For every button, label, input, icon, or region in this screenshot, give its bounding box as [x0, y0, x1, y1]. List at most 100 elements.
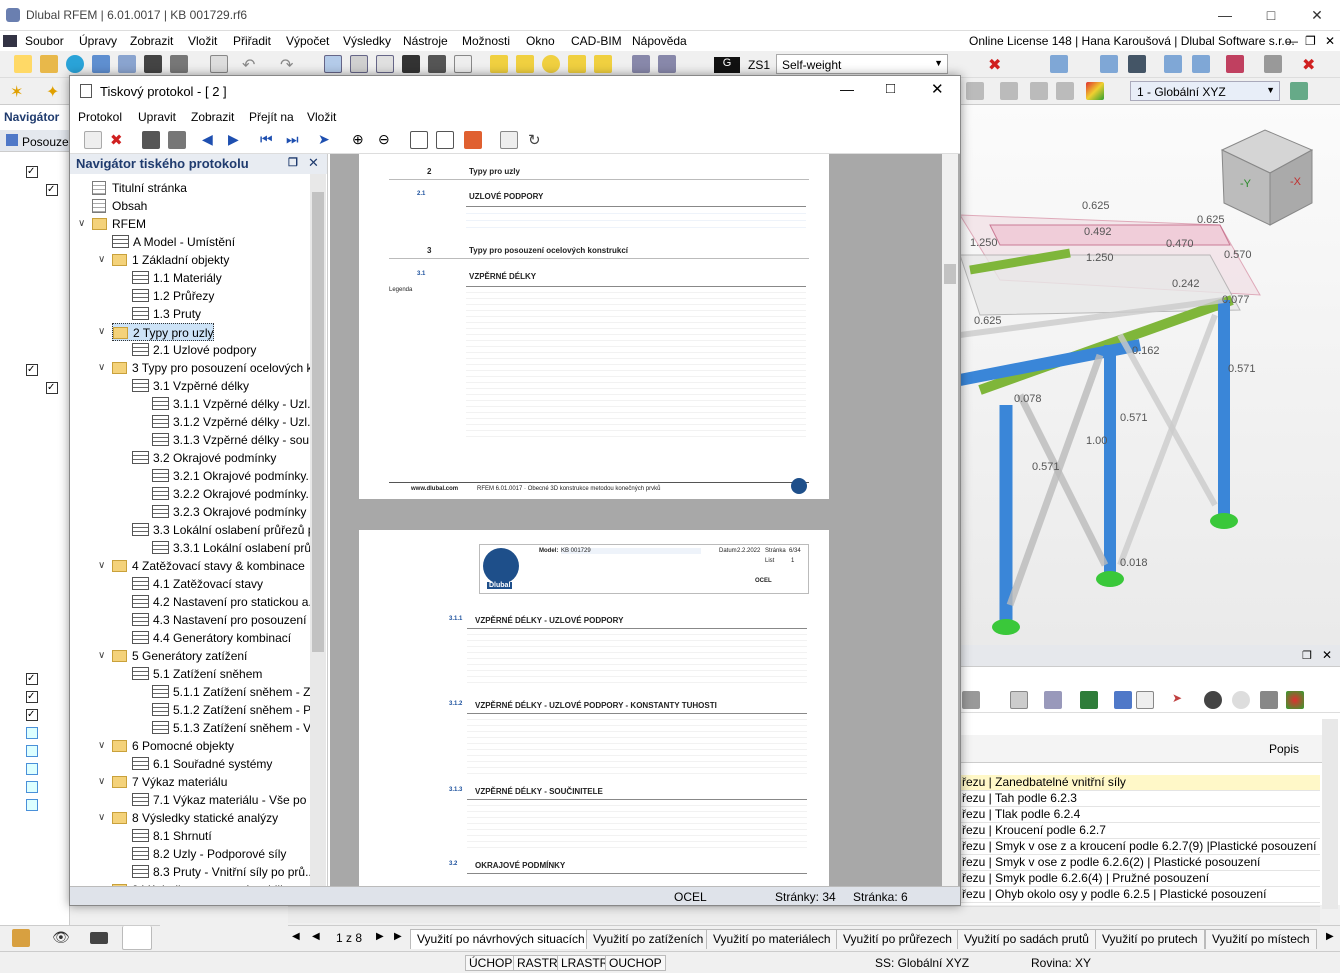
- funnel-icon[interactable]: [1114, 691, 1132, 709]
- toggle-uchop[interactable]: ÚCHOP: [465, 955, 517, 971]
- report-menu-vlozit[interactable]: Vložit: [307, 110, 336, 124]
- report-tree-item[interactable]: 5.1 Zatížení sněhem: [132, 665, 262, 683]
- menu-vysledky[interactable]: Výsledky: [343, 34, 391, 48]
- color-icon[interactable]: [1086, 82, 1104, 100]
- chevron-down-icon[interactable]: ∨: [98, 740, 105, 751]
- member-icon[interactable]: [542, 55, 560, 73]
- close-button[interactable]: ✕: [1294, 0, 1340, 31]
- 3d-model-view[interactable]: -Y -X 0.625 0.625 1.250 0.492 0.470 0.57…: [960, 105, 1340, 645]
- report-menu-protokol[interactable]: Protokol: [78, 110, 122, 124]
- load-icon[interactable]: [632, 55, 650, 73]
- camera-tab-icon[interactable]: [90, 932, 108, 944]
- delete-report-icon[interactable]: ✖: [110, 131, 128, 149]
- report-tree-item[interactable]: 6 Pomocné objekty: [112, 737, 234, 755]
- report-tree-item[interactable]: 4.2 Nastavení pro statickou a...: [132, 593, 318, 611]
- report-tree-item[interactable]: 5.1.1 Zatížení sněhem - Z...: [152, 683, 320, 701]
- print-icon[interactable]: [170, 55, 188, 73]
- report-tree-item[interactable]: 4.3 Nastavení pro posouzení ...: [132, 611, 320, 629]
- result-row[interactable]: řezu | Smyk v ose z podle 6.2.6(2) | Pla…: [960, 855, 1320, 871]
- report-tree-item[interactable]: 2.1 Uzlové podpory: [132, 341, 256, 359]
- report-tree-item[interactable]: 4.4 Generátory kombinací: [132, 629, 291, 647]
- excel-icon[interactable]: [1080, 691, 1098, 709]
- tree-checkbox[interactable]: ✓: [46, 184, 58, 196]
- report-tree-item[interactable]: 4 Zatěžovací stavy & kombinace: [112, 557, 305, 575]
- result-row[interactable]: řezu | Tah podle 6.2.3: [960, 791, 1320, 807]
- results-tab-icon[interactable]: [122, 926, 152, 950]
- surface-icon[interactable]: [568, 55, 586, 73]
- page-setup-icon[interactable]: [436, 131, 454, 149]
- chevron-down-icon[interactable]: ∨: [98, 650, 105, 661]
- report-tree-item[interactable]: 3.1 Vzpěrné délky: [132, 377, 249, 395]
- report-close-button[interactable]: ✕: [931, 80, 944, 98]
- tabs-scroll-icon[interactable]: ▶: [1326, 931, 1334, 942]
- report-tree-item[interactable]: 5 Generátory zatížení: [112, 647, 247, 665]
- wand-icon[interactable]: ✦: [46, 82, 64, 101]
- tab-prurezy[interactable]: Využití po průřezech: [836, 929, 959, 949]
- list-icon[interactable]: [376, 55, 394, 73]
- tree-checkbox[interactable]: [26, 781, 38, 793]
- tree-checkbox[interactable]: ✓: [26, 364, 38, 376]
- tree-checkbox[interactable]: ✓: [46, 382, 58, 394]
- load2-icon[interactable]: [658, 55, 676, 73]
- report-tree-item[interactable]: A Model - Umístění: [112, 233, 235, 251]
- child-restore-button[interactable]: ❐: [1305, 34, 1316, 48]
- decimal-icon[interactable]: [1136, 691, 1154, 709]
- help-icon[interactable]: [1204, 691, 1222, 709]
- loadcase-select[interactable]: Self-weight ▼: [776, 54, 948, 74]
- menu-soubor[interactable]: Soubor: [25, 34, 64, 48]
- display-tab-icon[interactable]: 👁: [52, 929, 70, 947]
- menu-moznosti[interactable]: Možnosti: [462, 34, 510, 48]
- script-icon[interactable]: [428, 55, 446, 73]
- tab-sady-prutu[interactable]: Využití po sadách prutů: [957, 929, 1096, 949]
- first-icon[interactable]: ⏮: [260, 131, 278, 149]
- menu-cad-bim[interactable]: CAD-BIM: [571, 34, 622, 48]
- tree-checkbox[interactable]: ✓: [26, 691, 38, 703]
- last-page-icon[interactable]: ▶: [394, 931, 402, 942]
- tree-checkbox[interactable]: ✓: [26, 166, 38, 178]
- menu-napoveda[interactable]: Nápověda: [632, 34, 687, 48]
- line-icon[interactable]: [516, 55, 534, 73]
- menu-okno[interactable]: Okno: [526, 34, 555, 48]
- zoom-out-icon[interactable]: ⊖: [378, 131, 396, 149]
- menu-nastroje[interactable]: Nástroje: [403, 34, 448, 48]
- tab-zatizeni[interactable]: Využití po zatíženích: [586, 929, 711, 949]
- chevron-down-icon[interactable]: ∨: [98, 776, 105, 787]
- report-tree-item[interactable]: 4.1 Zatěžovací stavy: [132, 575, 263, 593]
- report-tree-item[interactable]: 5.1.3 Zatížení sněhem - V...: [152, 719, 320, 737]
- chevron-down-icon[interactable]: ∨: [98, 362, 105, 373]
- refresh-icon[interactable]: ↻: [528, 131, 546, 149]
- tree-scrollbar-thumb[interactable]: [312, 192, 324, 652]
- report-tree-item[interactable]: 3.2 Okrajové podmínky: [132, 449, 276, 467]
- navigator-tab-posouzeni[interactable]: Posouzení: [0, 130, 70, 152]
- data-tab-icon[interactable]: [12, 929, 30, 947]
- tab-navrhove-situace[interactable]: Využití po návrhových situacích: [410, 929, 592, 949]
- new-icon[interactable]: [14, 55, 32, 73]
- tree-checkbox[interactable]: [26, 727, 38, 739]
- fit-page-icon[interactable]: [410, 131, 428, 149]
- report-tree-item[interactable]: 8.2 Uzly - Podporové síly: [132, 845, 286, 863]
- chart-icon[interactable]: [1290, 82, 1308, 100]
- report-tree-item[interactable]: 3.2.2 Okrajové podmínky...: [152, 485, 316, 503]
- result-row[interactable]: řezu | Tlak podle 6.2.4: [960, 807, 1320, 823]
- chevron-down-icon[interactable]: ∨: [98, 326, 105, 337]
- print-multi-icon[interactable]: [168, 131, 186, 149]
- save-icon[interactable]: [144, 55, 162, 73]
- filter-icon[interactable]: [1044, 691, 1062, 709]
- tree-checkbox[interactable]: [26, 763, 38, 775]
- table-view-icon[interactable]: [962, 691, 980, 709]
- edit-report-icon[interactable]: [84, 131, 102, 149]
- coord-select[interactable]: 1 - Globální XYZ ▼: [1130, 81, 1280, 101]
- web-icon[interactable]: [92, 55, 110, 73]
- next-page-icon[interactable]: ▶: [376, 931, 384, 942]
- report-tree-item[interactable]: Titulní stránka: [92, 179, 187, 197]
- open-icon[interactable]: [40, 55, 58, 73]
- node-icon[interactable]: [490, 55, 508, 73]
- results-scrollbar[interactable]: [1322, 719, 1338, 909]
- display-icon[interactable]: [1192, 55, 1210, 73]
- insert-icon[interactable]: [500, 131, 518, 149]
- menu-priradit[interactable]: Přiřadit: [233, 34, 271, 48]
- report-tree-item[interactable]: 7 Výkaz materiálu: [112, 773, 227, 791]
- first-page-icon[interactable]: ◀: [292, 931, 300, 942]
- view3-icon[interactable]: [1030, 82, 1048, 100]
- chevron-down-icon[interactable]: ∨: [78, 218, 85, 229]
